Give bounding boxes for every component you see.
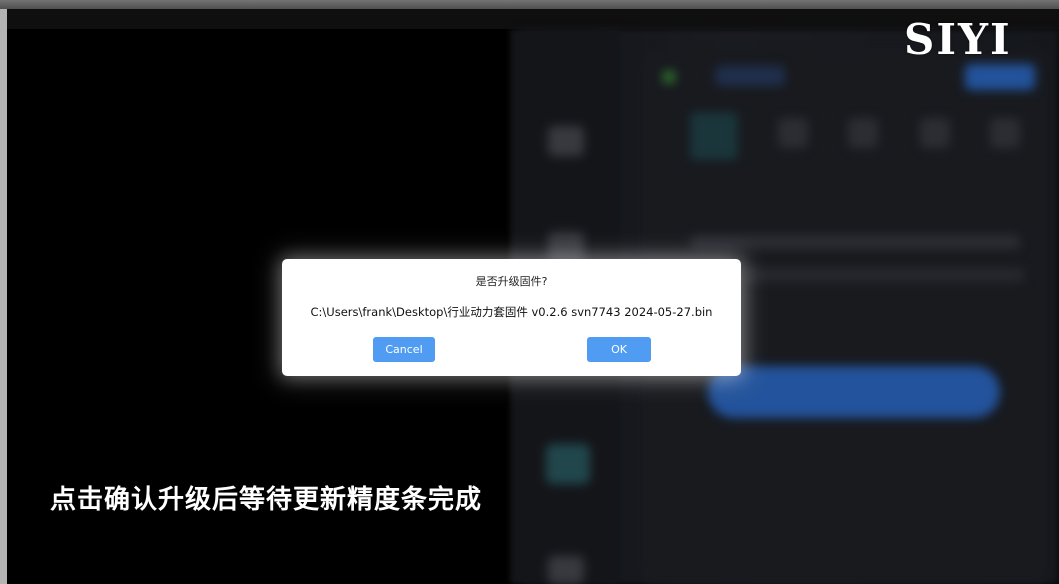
ok-button[interactable]: OK xyxy=(587,337,651,362)
dialog-title: 是否升级固件? xyxy=(475,275,548,288)
cancel-button[interactable]: Cancel xyxy=(373,337,435,362)
video-subtitle: 点击确认升级后等待更新精度条完成 xyxy=(50,485,483,515)
firmware-file-path: C:\Users\frank\Desktop\行业动力套固件 v0.2.6 sv… xyxy=(310,305,713,319)
siyi-logo: SIYI xyxy=(904,15,1012,64)
upgrade-confirm-dialog: 是否升级固件? C:\Users\frank\Desktop\行业动力套固件 v… xyxy=(282,259,741,376)
screen: SIYI 是否升级固件? C:\Users\frank\Desktop\行业动力… xyxy=(0,0,1059,584)
